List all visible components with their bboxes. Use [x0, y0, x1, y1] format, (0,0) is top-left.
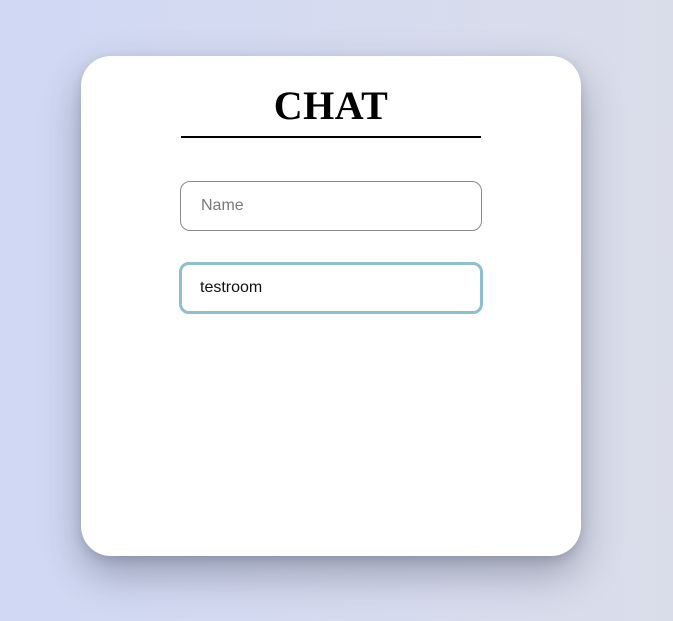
chat-login-card: CHAT: [81, 56, 581, 556]
room-input[interactable]: [179, 262, 483, 314]
name-input[interactable]: [180, 181, 482, 231]
page-title: CHAT: [273, 83, 389, 128]
title-divider: [181, 136, 481, 138]
